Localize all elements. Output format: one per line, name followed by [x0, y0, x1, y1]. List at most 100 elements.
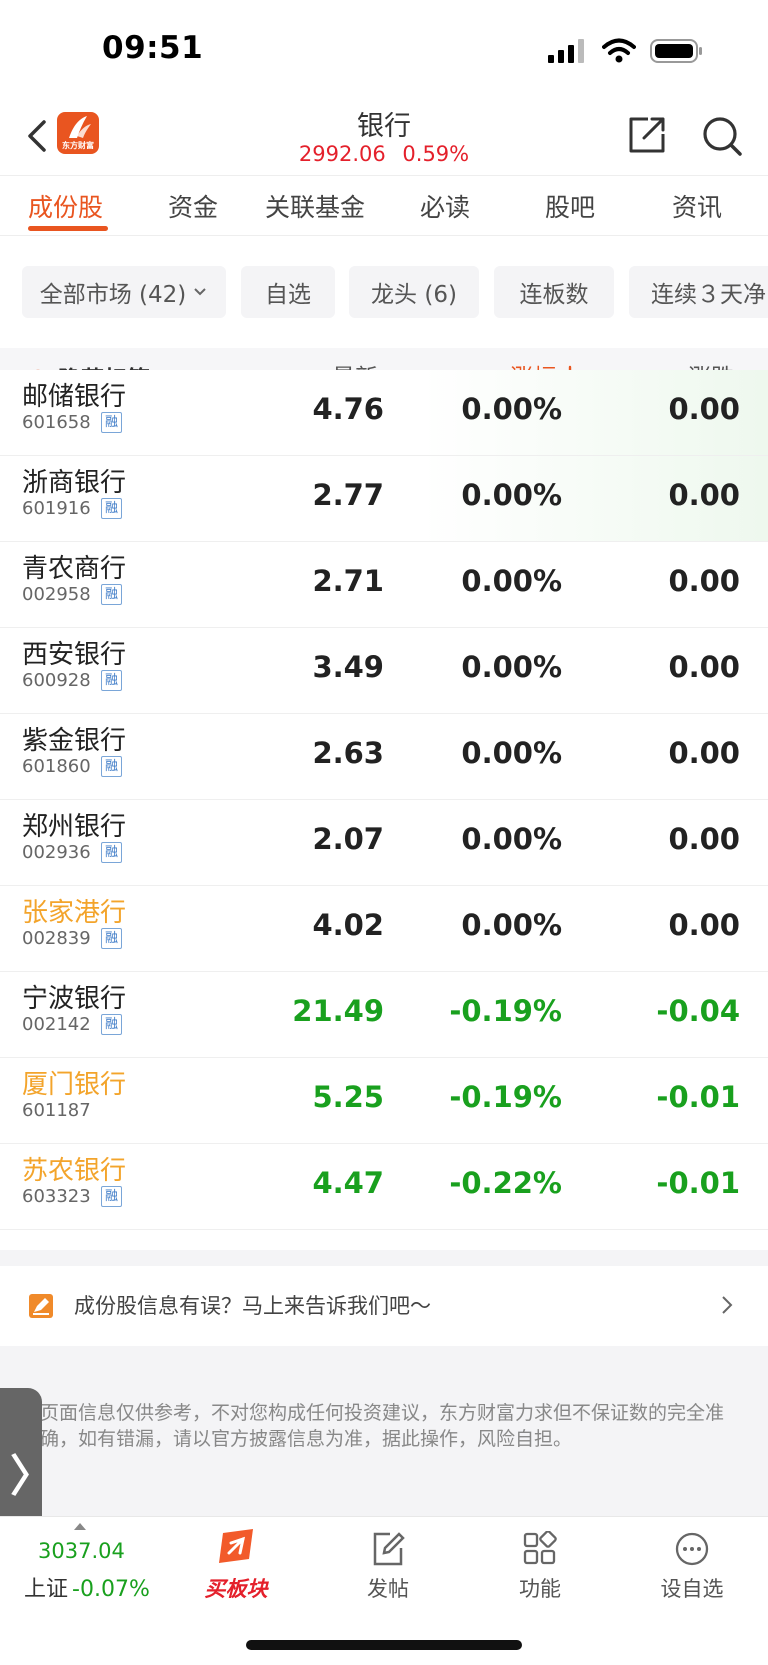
nav-functions[interactable]: 功能 [480, 1527, 600, 1603]
stock-code: 600928 [22, 670, 91, 691]
table-row[interactable]: 宁波银行 002142 融 21.49 -0.19% -0.04 [0, 972, 768, 1058]
table-row[interactable]: 青农商行 002958 融 2.71 0.00% 0.00 [0, 542, 768, 628]
nav-add-watchlist-label: 设自选 [660, 1577, 724, 1601]
filter-all-markets[interactable]: 全部市场 (42) [22, 266, 226, 318]
stock-name: 厦门银行 [22, 1070, 127, 1100]
tab-news[interactable]: 资讯 [672, 188, 722, 224]
stock-name: 苏农银行 [22, 1156, 127, 1186]
filter-all-markets-label: 全部市场 (42) [39, 282, 187, 308]
change-amount: -0.01 [656, 1166, 740, 1200]
change-pct: 0.00% [461, 908, 562, 942]
change-amount: -0.01 [656, 1080, 740, 1114]
filter-watchlist[interactable]: 自选 [241, 266, 335, 318]
search-icon[interactable] [700, 114, 744, 158]
caret-up-icon [74, 1523, 86, 1530]
table-row[interactable]: 厦门银行 601187 5.25 -0.19% -0.01 [0, 1058, 768, 1144]
change-pct: 0.00% [461, 650, 562, 684]
section-gap [0, 1250, 768, 1266]
stock-name: 郑州银行 [22, 812, 127, 842]
stock-name: 宁波银行 [22, 984, 127, 1014]
stock-name: 紫金银行 [22, 726, 127, 756]
status-bar: 09:51 [0, 0, 768, 100]
nav-post[interactable]: 发帖 [328, 1527, 448, 1603]
chevron-right-icon: 〉 [10, 1451, 54, 1502]
edit-feedback-icon [29, 1294, 53, 1318]
latest-price: 3.49 [312, 650, 384, 684]
margin-tag-badge: 融 [101, 498, 122, 519]
change-amount: 0.00 [668, 564, 740, 598]
home-indicator[interactable] [246, 1640, 522, 1650]
feedback-row[interactable]: 成份股信息有误？马上来告诉我们吧～ [0, 1266, 768, 1346]
index-change: -0.07% [72, 1577, 150, 1602]
stock-code: 002958 [22, 584, 91, 605]
change-amount: 0.00 [668, 736, 740, 770]
filter-3day-net[interactable]: 连续３天净 [629, 266, 768, 318]
status-icons [548, 38, 704, 64]
margin-tag-badge: 融 [101, 670, 122, 691]
stock-code: 601860 [22, 756, 91, 777]
table-row[interactable]: 邮储银行 601658 融 4.76 0.00% 0.00 [0, 370, 768, 456]
latest-price: 4.47 [312, 1166, 384, 1200]
tab-capital[interactable]: 资金 [168, 188, 218, 224]
buy-sector-icon [219, 1529, 253, 1563]
post-icon [373, 1532, 405, 1566]
change-pct: -0.22% [449, 1166, 562, 1200]
stock-code: 002936 [22, 842, 91, 863]
stock-code: 603323 [22, 1186, 91, 1207]
table-row[interactable]: 张家港行 002839 融 4.02 0.00% 0.00 [0, 886, 768, 972]
tab-forum[interactable]: 股吧 [545, 188, 595, 224]
filter-limit-up-streak[interactable]: 连板数 [494, 266, 614, 318]
add-watchlist-icon [675, 1532, 709, 1566]
change-pct: 0.00% [461, 822, 562, 856]
nav-buy-sector[interactable]: 买板块 [176, 1527, 296, 1603]
table-row[interactable]: 浙商银行 601916 融 2.77 0.00% 0.00 [0, 456, 768, 542]
chevron-right-icon [722, 1296, 733, 1314]
latest-price: 4.02 [312, 908, 384, 942]
tab-related-funds[interactable]: 关联基金 [265, 188, 365, 224]
status-time: 09:51 [102, 30, 204, 66]
margin-tag-badge: 融 [101, 412, 122, 433]
tab-must-read[interactable]: 必读 [420, 188, 470, 224]
index-name: 上证 [24, 1577, 69, 1602]
share-icon[interactable] [626, 114, 668, 156]
margin-tag-badge: 融 [101, 756, 122, 777]
table-row[interactable]: 郑州银行 002936 融 2.07 0.00% 0.00 [0, 800, 768, 886]
signal-icon [548, 39, 584, 63]
battery-icon [650, 39, 702, 63]
tab-constituents[interactable]: 成份股 [28, 188, 103, 224]
stock-code: 002142 [22, 1014, 91, 1035]
nav-buy-sector-label: 买板块 [204, 1577, 268, 1601]
latest-price: 4.76 [312, 392, 384, 426]
stock-name: 青农商行 [22, 554, 127, 584]
change-amount: 0.00 [668, 908, 740, 942]
change-pct: -0.19% [449, 1080, 562, 1114]
change-pct: 0.00% [461, 478, 562, 512]
chevron-down-icon [194, 288, 206, 296]
table-row[interactable]: 苏农银行 603323 融 4.47 -0.22% -0.01 [0, 1144, 768, 1230]
index-ticker[interactable]: 上证 -0.07% [24, 1571, 150, 1603]
nav-add-watchlist[interactable]: 设自选 [632, 1527, 752, 1603]
stock-code: 601916 [22, 498, 91, 519]
change-amount: -0.04 [656, 994, 740, 1028]
filter-leaders[interactable]: 龙头 (6) [349, 266, 479, 318]
stock-code: 002839 [22, 928, 91, 949]
functions-icon [523, 1531, 557, 1565]
disclaimer-section: 页面信息仅供参考，不对您构成任何投资建议，东方财富力求但不保证数的完全准确，如有… [0, 1346, 768, 1516]
table-row[interactable]: 紫金银行 601860 融 2.63 0.00% 0.00 [0, 714, 768, 800]
change-pct: -0.19% [449, 994, 562, 1028]
latest-price: 2.07 [312, 822, 384, 856]
app-header: 东方财富 银行 2992.06 0.59% [0, 100, 768, 176]
filter-bar: 全部市场 (42) 自选 龙头 (6) 连板数 连续３天净 [0, 266, 768, 320]
index-value[interactable]: 3037.04 [38, 1539, 125, 1563]
stock-name: 张家港行 [22, 898, 127, 928]
table-row[interactable]: 西安银行 600928 融 3.49 0.00% 0.00 [0, 628, 768, 714]
change-amount: 0.00 [668, 392, 740, 426]
sector-price: 2992.06 [298, 142, 386, 166]
latest-price: 21.49 [292, 994, 384, 1028]
margin-tag-badge: 融 [101, 928, 122, 949]
tab-bar: 成份股 资金 关联基金 必读 股吧 资讯 [0, 176, 768, 236]
change-amount: 0.00 [668, 650, 740, 684]
latest-price: 5.25 [312, 1080, 384, 1114]
active-tab-indicator [28, 226, 108, 231]
margin-tag-badge: 融 [101, 1014, 122, 1035]
